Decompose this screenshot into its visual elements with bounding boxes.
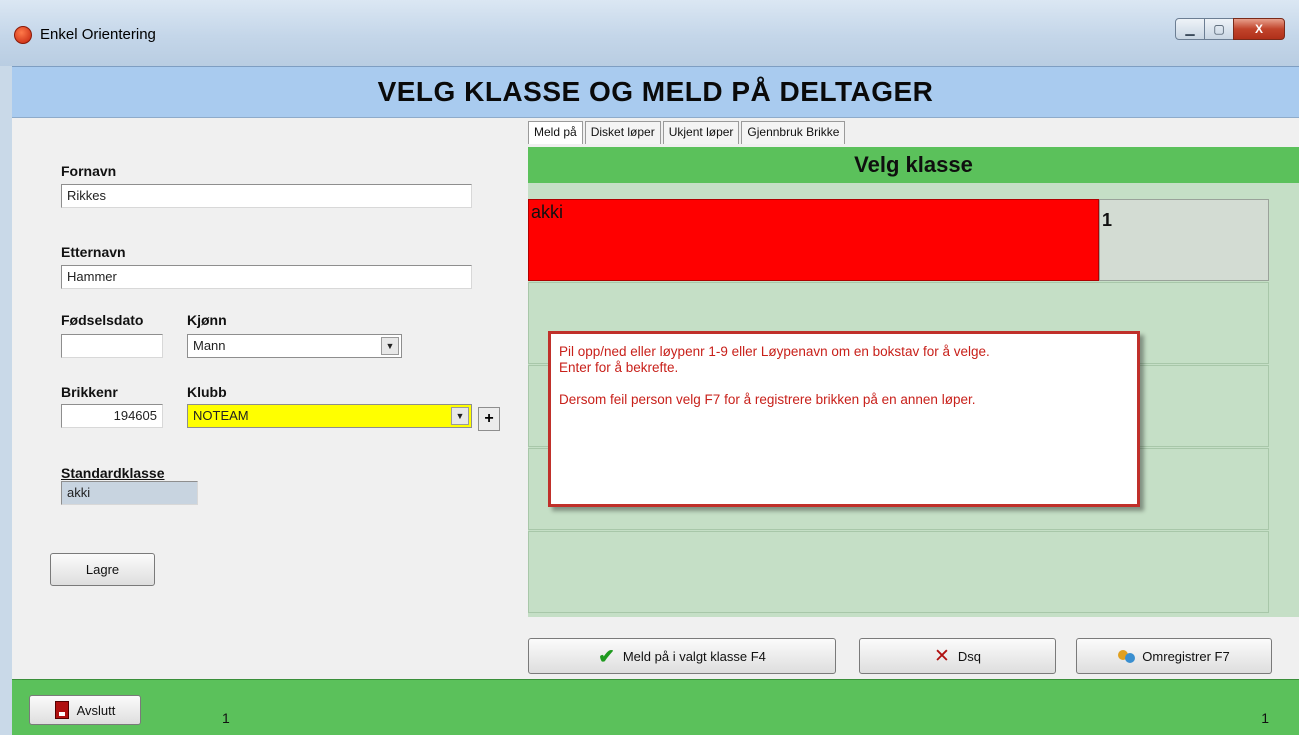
club-value: NOTEAM [193,408,249,423]
window-title: Enkel Orientering [40,26,156,43]
status-count-left: 1 [222,710,230,726]
birthdate-field[interactable] [61,334,163,358]
chip-number-field[interactable]: 194605 [61,404,163,428]
title-bar: Enkel Orientering ▁ ▢ X [0,0,1299,66]
add-club-button[interactable]: + [478,407,500,431]
first-name-field[interactable]: Rikkes [61,184,472,208]
tab-gjennbruk-brikke[interactable]: Gjennbruk Brikke [741,121,846,144]
close-button[interactable]: X [1233,18,1285,40]
tab-ukjent-loper[interactable]: Ukjent løper [662,121,740,144]
class-row-selected[interactable]: akki [528,199,1099,281]
exit-label: Avslutt [76,702,116,718]
status-count-right: 1 [1261,710,1269,726]
page-title: VELG KLASSE OG MELD PÅ DELTAGER [12,66,1299,118]
window-controls: ▁ ▢ X [1175,18,1285,40]
checkmark-icon: ✔ [598,645,615,668]
default-class-field: akki [61,481,198,505]
dsq-button[interactable]: ✕ Dsq [859,638,1056,674]
gender-value: Mann [193,338,226,353]
dsq-label: Dsq [957,648,982,664]
minimize-button[interactable]: ▁ [1175,18,1205,40]
class-row[interactable] [528,531,1269,613]
class-name: akki [531,202,564,222]
first-name-label: Fornavn [61,163,117,179]
tab-bar: Meld på Disket løper Ukjent løper Gjennb… [528,121,847,144]
birthdate-label: Fødselsdato [61,312,144,328]
default-class-label: Standardklasse [61,465,165,481]
popup-line-2: Enter for å bekrefte. [559,360,679,375]
reregister-label: Omregistrer F7 [1142,648,1230,664]
last-name-field[interactable]: Hammer [61,265,472,289]
exit-button[interactable]: Avslutt [29,695,141,725]
gender-select[interactable]: Mann ▼ [187,334,402,358]
last-name-label: Etternavn [61,244,126,260]
chip-label: Brikkenr [61,384,118,400]
club-label: Klubb [187,384,227,400]
class-number[interactable]: 1 [1099,199,1269,281]
save-button[interactable]: Lagre [50,553,155,586]
popup-line-3: Dersom feil person velg F7 for å registr… [559,392,976,407]
register-class-label: Meld på i valgt klasse F4 [622,648,766,664]
close-icon: ✕ [933,645,950,667]
users-icon [1118,648,1136,664]
exit-door-icon [54,701,69,719]
class-panel-title: Velg klasse [528,147,1299,183]
instruction-popup: Pil opp/ned eller løypenr 1-9 eller Løyp… [548,331,1140,507]
maximize-button[interactable]: ▢ [1204,18,1234,40]
app-icon [14,26,32,44]
tab-disket-loper[interactable]: Disket løper [584,121,661,144]
reregister-button[interactable]: Omregistrer F7 [1076,638,1272,674]
gender-label: Kjønn [187,312,227,328]
chevron-down-icon[interactable]: ▼ [381,337,399,355]
status-bar: Avslutt 1 1 [12,679,1299,735]
tab-meld-pa[interactable]: Meld på [528,121,583,144]
popup-line-1: Pil opp/ned eller løypenr 1-9 eller Løyp… [559,344,990,359]
register-class-button[interactable]: ✔ Meld på i valgt klasse F4 [528,638,836,674]
chevron-down-icon[interactable]: ▼ [451,407,469,425]
club-select[interactable]: NOTEAM ▼ [187,404,472,428]
